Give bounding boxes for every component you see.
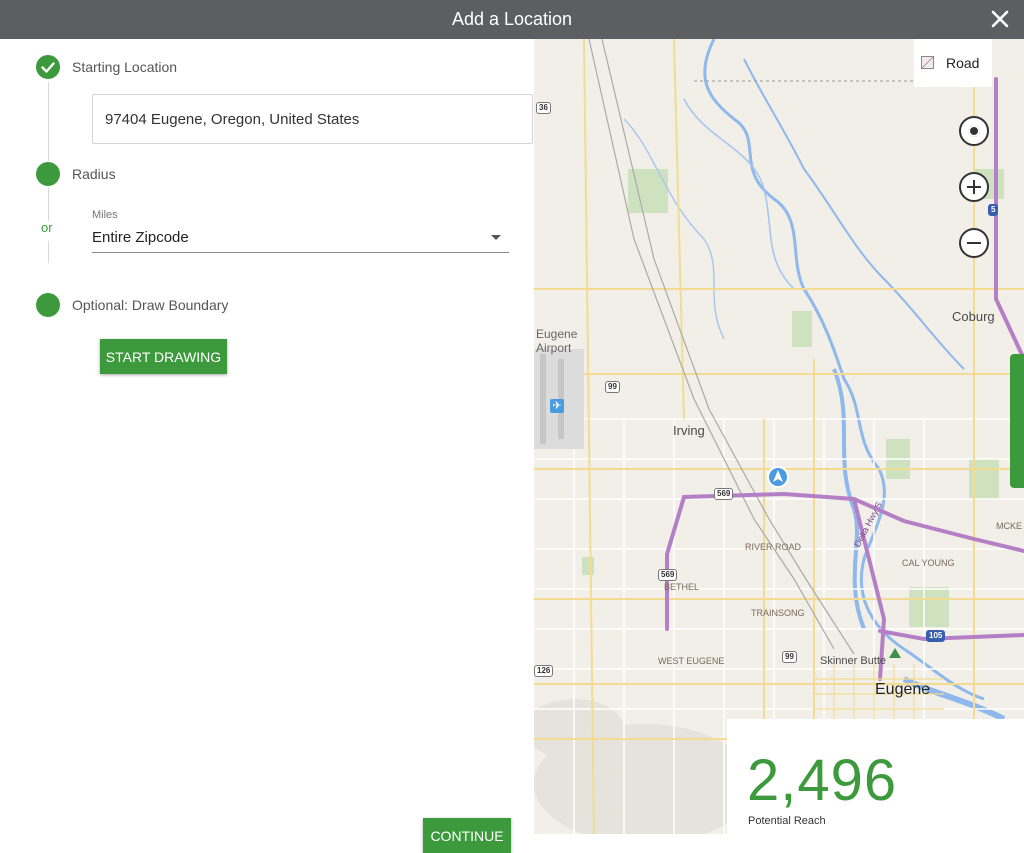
route-shield-99: 99: [605, 381, 620, 393]
dialog-title: Add a Location: [451, 9, 573, 29]
map-label-cal-young: CAL YOUNG: [902, 558, 955, 568]
map-style-icon: [921, 56, 934, 69]
start-drawing-button[interactable]: START DRAWING: [100, 339, 227, 374]
close-icon[interactable]: [990, 9, 1010, 29]
step-complete-check-icon: [36, 55, 60, 79]
title-bar: Add a Location: [0, 0, 1024, 39]
route-shield-126: 126: [534, 665, 554, 677]
or-label: or: [41, 220, 53, 235]
airport-icon: ✈: [550, 399, 564, 413]
step-radius-label: Radius: [72, 166, 116, 182]
address-input[interactable]: [92, 94, 533, 144]
radius-select-value: Entire Zipcode: [92, 229, 189, 246]
step-draw-label: Optional: Draw Boundary: [72, 297, 229, 313]
map-label-irving: Irving: [673, 423, 705, 438]
map-label-river-road: RIVER ROAD: [745, 542, 802, 552]
map-view[interactable]: Road Coburg Eugene Airport ✈ Irving RIVE…: [534, 39, 1024, 834]
radius-select[interactable]: Entire Zipcode: [92, 227, 509, 253]
interstate-shield-105: 105: [926, 630, 946, 642]
route-shield-99: 99: [782, 651, 797, 663]
locate-me-button[interactable]: [959, 116, 989, 146]
dropdown-arrow-icon: [491, 235, 501, 240]
map-canvas: [534, 39, 1024, 834]
target-icon: [968, 125, 980, 137]
map-label-mckenzie: MCKE: [996, 521, 1023, 531]
map-label-west-eugene: WEST EUGENE: [658, 656, 725, 666]
route-shield-569: 569: [658, 569, 678, 581]
zoom-out-button[interactable]: [959, 228, 989, 258]
map-label-skinner-butte: Skinner Butte: [820, 655, 887, 667]
map-label-eugene: Eugene: [875, 681, 931, 698]
potential-reach-value: 2,496: [747, 748, 898, 813]
step-starting-location-label: Starting Location: [72, 59, 178, 75]
route-shield-36: 36: [536, 102, 551, 114]
map-style-label: Road: [946, 55, 980, 71]
location-form-panel: Starting Location Radius or Miles Entire…: [0, 39, 534, 853]
map-label-coburg: Coburg: [952, 309, 995, 324]
miles-label: Miles: [92, 209, 118, 221]
map-label-airport-line1: Eugene: [536, 327, 578, 341]
route-shield-569: 569: [714, 488, 734, 500]
side-panel-tab[interactable]: [1010, 354, 1024, 488]
potential-reach-label: Potential Reach: [748, 815, 826, 827]
minus-icon: [967, 242, 981, 244]
step-draw-dot: [36, 293, 60, 317]
map-style-toggle[interactable]: Road: [914, 39, 992, 87]
step-connector: [48, 241, 49, 263]
step-connector: [48, 187, 49, 221]
zoom-in-button[interactable]: [959, 172, 989, 202]
map-label-bethel: BETHEL: [664, 582, 700, 592]
map-label-trainsong: TRAINSONG: [751, 608, 805, 618]
step-connector: [48, 82, 49, 161]
step-radius-dot: [36, 162, 60, 186]
map-label-airport-line2: Airport: [536, 341, 572, 355]
continue-button[interactable]: CONTINUE: [423, 818, 511, 853]
potential-reach-card: 2,496 Potential Reach: [727, 719, 1024, 834]
interstate-shield-5: 5: [988, 204, 999, 216]
